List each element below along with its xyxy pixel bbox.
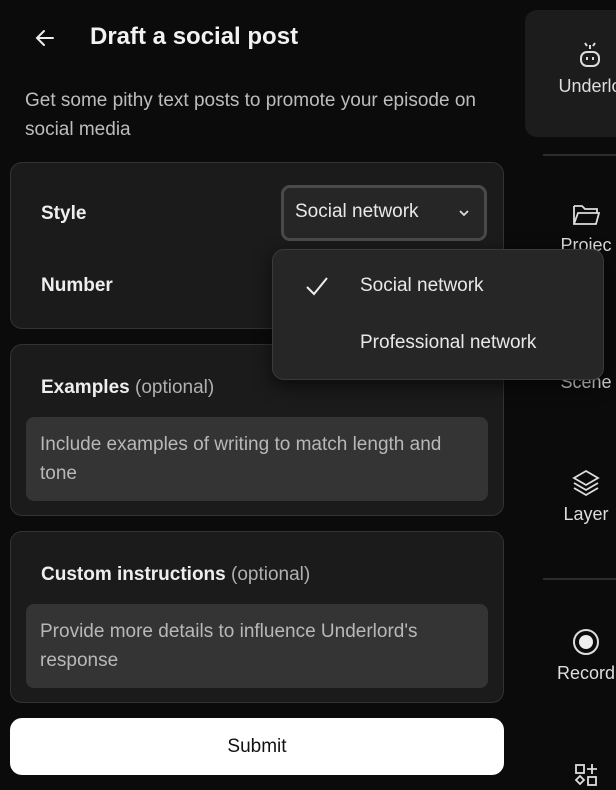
elements-icon: [574, 764, 597, 786]
dropdown-option-professional-network[interactable]: Professional network: [360, 332, 536, 354]
style-label: Style: [41, 203, 87, 224]
sidebar-item-elements[interactable]: [516, 762, 616, 790]
examples-label: Examples (optional): [41, 377, 215, 398]
sidebar-item-underlord[interactable]: Underlo: [520, 40, 616, 97]
robot-icon: [580, 42, 600, 67]
layers-icon: [572, 469, 600, 497]
back-button[interactable]: [34, 26, 58, 50]
chevron-down-icon: [459, 210, 469, 217]
sidebar: Underlo Projec Scene Layer Record: [516, 0, 616, 790]
sidebar-item-record[interactable]: Record: [516, 627, 616, 684]
arrow-left-icon: [35, 30, 54, 46]
style-select-value: Social network: [295, 201, 419, 222]
submit-button[interactable]: Submit: [10, 718, 504, 775]
page-title: Draft a social post: [90, 23, 299, 50]
custom-instructions-input[interactable]: Provide more details to influence Underl…: [26, 604, 488, 688]
record-icon: [573, 629, 599, 655]
dropdown-option-social-network[interactable]: Social network: [360, 275, 484, 297]
number-label: Number: [41, 275, 113, 296]
custom-instructions-label: Custom instructions (optional): [41, 564, 311, 585]
style-dropdown-menu: Social network Professional network: [272, 249, 604, 380]
checkmark-icon: [306, 277, 328, 296]
folder-icon: [573, 205, 601, 225]
sidebar-item-layers[interactable]: Layer: [516, 468, 616, 525]
page-description: Get some pithy text posts to promote you…: [25, 90, 476, 140]
examples-input[interactable]: Include examples of writing to match len…: [26, 417, 488, 501]
style-select[interactable]: Social network: [281, 185, 487, 241]
sidebar-item-projects[interactable]: Projec: [516, 201, 616, 256]
